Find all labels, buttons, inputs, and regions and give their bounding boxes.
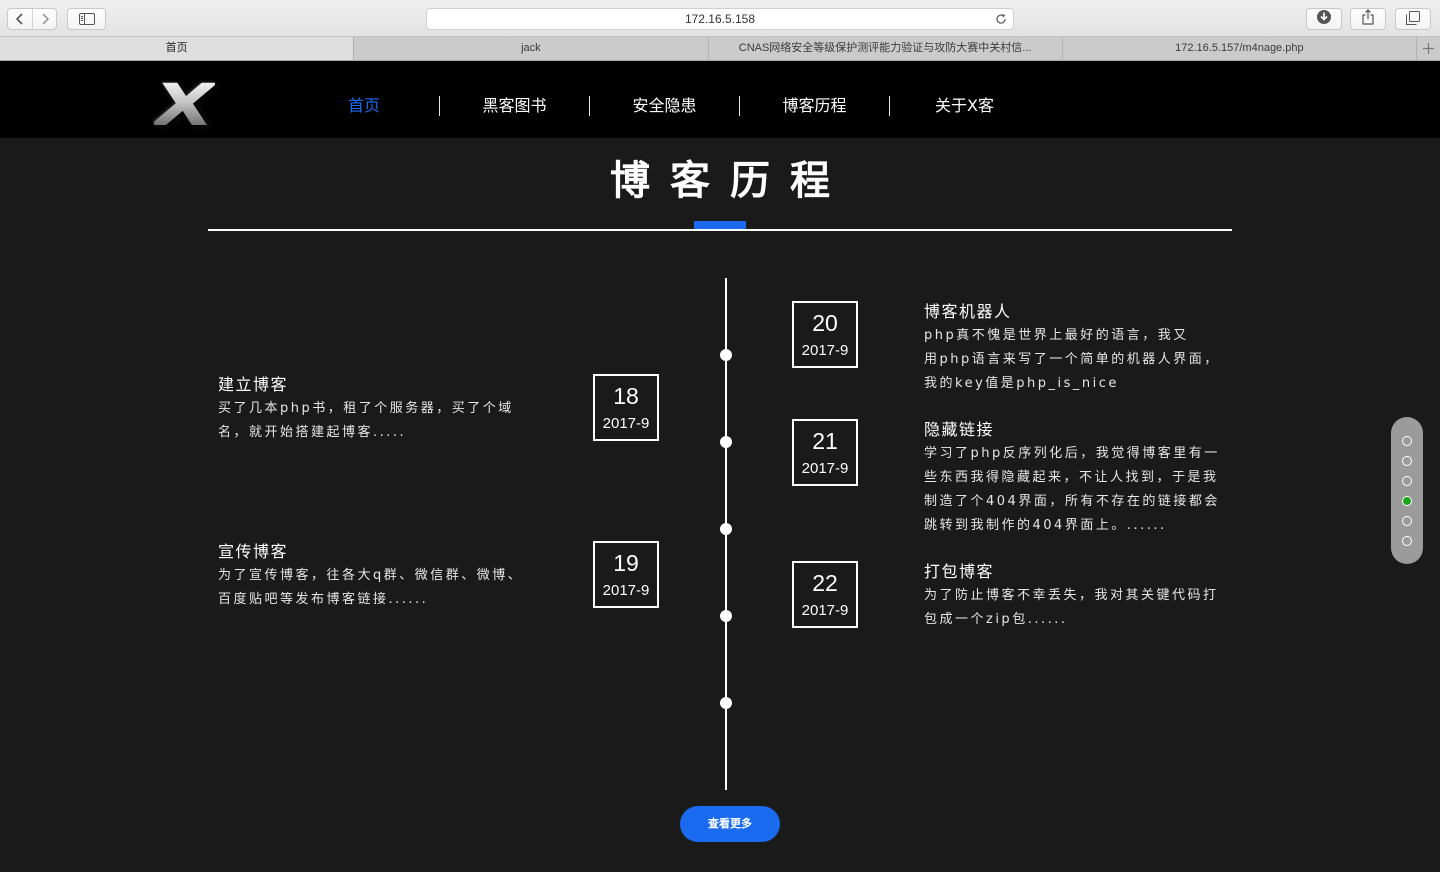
nav-item-security-risks[interactable]: 安全隐患 — [589, 96, 739, 116]
tab-bar: 首页 jack CNAS网络安全等级保护测评能力验证与攻防大赛中关村信... 1… — [0, 37, 1440, 61]
entry-text-line: 包成一个zip包...... — [924, 612, 1068, 627]
timeline-dot — [720, 697, 732, 709]
date-day: 20 — [812, 310, 838, 336]
share-button[interactable] — [1350, 8, 1386, 30]
nav-item-hacker-books[interactable]: 黑客图书 — [439, 96, 589, 116]
download-icon — [1316, 9, 1332, 29]
date-day: 19 — [613, 550, 639, 576]
nav-item-blog-history[interactable]: 博客历程 — [739, 96, 889, 116]
url-text: 172.16.5.158 — [684, 12, 756, 26]
timeline-dot — [720, 436, 732, 448]
entry-text-line: 名，就开始搭建起博客..... — [218, 425, 407, 440]
page-dot[interactable] — [1402, 516, 1412, 526]
new-tab-button[interactable] — [1416, 37, 1440, 60]
timeline-entry: 隐藏链接 学习了php反序列化后，我觉得博客里有一 些东西我得隐藏起来，不让人找… — [924, 418, 1220, 538]
history-buttons — [7, 8, 57, 30]
entry-text-line: php真不愧是世界上最好的语言，我又 — [924, 328, 1189, 343]
reload-icon[interactable] — [994, 12, 1008, 26]
date-month: 2017-9 — [801, 602, 849, 619]
entry-title: 宣传博客 — [218, 542, 289, 561]
main-nav: 首页 黑客图书 安全隐患 博客历程 关于X客 — [289, 96, 1039, 116]
date-box: 21 2017-9 — [792, 419, 858, 486]
entry-text-line: 制造了个404界面，所有不存在的链接都会 — [924, 494, 1220, 509]
title-accent-bar — [694, 221, 746, 229]
entry-text-line: 为了宣传博客，往各大q群、微信群、微博、 — [218, 568, 524, 583]
site-logo[interactable]: X — [150, 76, 218, 134]
date-box: 20 2017-9 — [792, 301, 858, 368]
tabs-overview-button[interactable] — [1395, 8, 1431, 30]
share-icon — [1361, 9, 1375, 29]
date-box: 18 2017-9 — [593, 374, 659, 441]
browser-toolbar: 172.16.5.158 — [0, 0, 1440, 37]
nav-item-about[interactable]: 关于X客 — [889, 96, 1039, 116]
page-dot[interactable] — [1402, 436, 1412, 446]
downloads-button[interactable] — [1306, 8, 1342, 30]
timeline-dot — [720, 610, 732, 622]
page-dots-panel — [1391, 417, 1423, 564]
nav-item-home[interactable]: 首页 — [289, 96, 439, 116]
page-dot[interactable] — [1402, 476, 1412, 486]
date-month: 2017-9 — [801, 342, 849, 359]
logo-x: X — [153, 71, 215, 139]
entry-text-line: 些东西我得隐藏起来，不让人找到，于是我 — [924, 470, 1219, 485]
view-more-button[interactable]: 查看更多 — [680, 806, 780, 842]
date-day: 18 — [613, 383, 639, 409]
sidebar-button[interactable] — [67, 8, 106, 30]
timeline-entry: 打包博客 为了防止博客不幸丢失，我对其关键代码打 包成一个zip包...... — [924, 560, 1219, 632]
section-title: 博客历程 — [610, 157, 850, 204]
back-button[interactable] — [8, 9, 32, 29]
tab-cnas[interactable]: CNAS网络安全等级保护测评能力验证与攻防大赛中关村信... — [707, 37, 1062, 60]
entry-title: 建立博客 — [218, 375, 289, 394]
date-month: 2017-9 — [602, 582, 650, 599]
forward-icon — [40, 10, 50, 29]
date-day: 22 — [812, 570, 838, 596]
back-icon — [15, 10, 25, 29]
forward-button[interactable] — [32, 9, 56, 29]
sidebar-icon — [78, 10, 95, 29]
timeline-dot — [720, 349, 732, 361]
timeline-entry: 博客机器人 php真不愧是世界上最好的语言，我又 用php语言来写了一个简单的机… — [924, 300, 1220, 396]
title-divider — [208, 229, 1232, 231]
tab-jack[interactable]: jack — [353, 37, 707, 60]
page-dot[interactable] — [1402, 536, 1412, 546]
entry-title: 博客机器人 — [924, 302, 1012, 321]
page-dot-active[interactable] — [1402, 496, 1412, 506]
tab-home[interactable]: 首页 — [0, 37, 354, 60]
new-tab-icon — [1423, 39, 1434, 58]
entry-text-line: 为了防止博客不幸丢失，我对其关键代码打 — [924, 588, 1219, 603]
address-bar[interactable]: 172.16.5.158 — [426, 8, 1014, 30]
timeline-entry: 宣传博客 为了宣传博客，往各大q群、微信群、微博、 百度贴吧等发布博客链接...… — [218, 540, 523, 612]
date-day: 21 — [812, 428, 838, 454]
timeline-entry: 建立博客 买了几本php书，租了个服务器，买了个域 名，就开始搭建起博客....… — [218, 373, 514, 445]
entry-title: 打包博客 — [924, 562, 995, 581]
page-dot[interactable] — [1402, 456, 1412, 466]
date-box: 19 2017-9 — [593, 541, 659, 608]
entry-text-line: 百度贴吧等发布博客链接...... — [218, 592, 429, 607]
date-box: 22 2017-9 — [792, 561, 858, 628]
date-month: 2017-9 — [801, 460, 849, 477]
tabs-overview-icon — [1406, 10, 1420, 29]
entry-title: 隐藏链接 — [924, 420, 995, 439]
entry-text-line: 跳转到我制作的404界面上。...... — [924, 518, 1167, 533]
tab-m4nage[interactable]: 172.16.5.157/m4nage.php — [1061, 37, 1416, 60]
date-month: 2017-9 — [602, 415, 650, 432]
entry-text-line: 我的key值是php_is_nice — [924, 376, 1119, 391]
entry-text-line: 学习了php反序列化后，我觉得博客里有一 — [924, 446, 1220, 461]
entry-text-line: 用php语言来写了一个简单的机器人界面， — [924, 352, 1220, 367]
timeline-dot — [720, 523, 732, 535]
entry-text-line: 买了几本php书，租了个服务器，买了个域 — [218, 401, 514, 416]
